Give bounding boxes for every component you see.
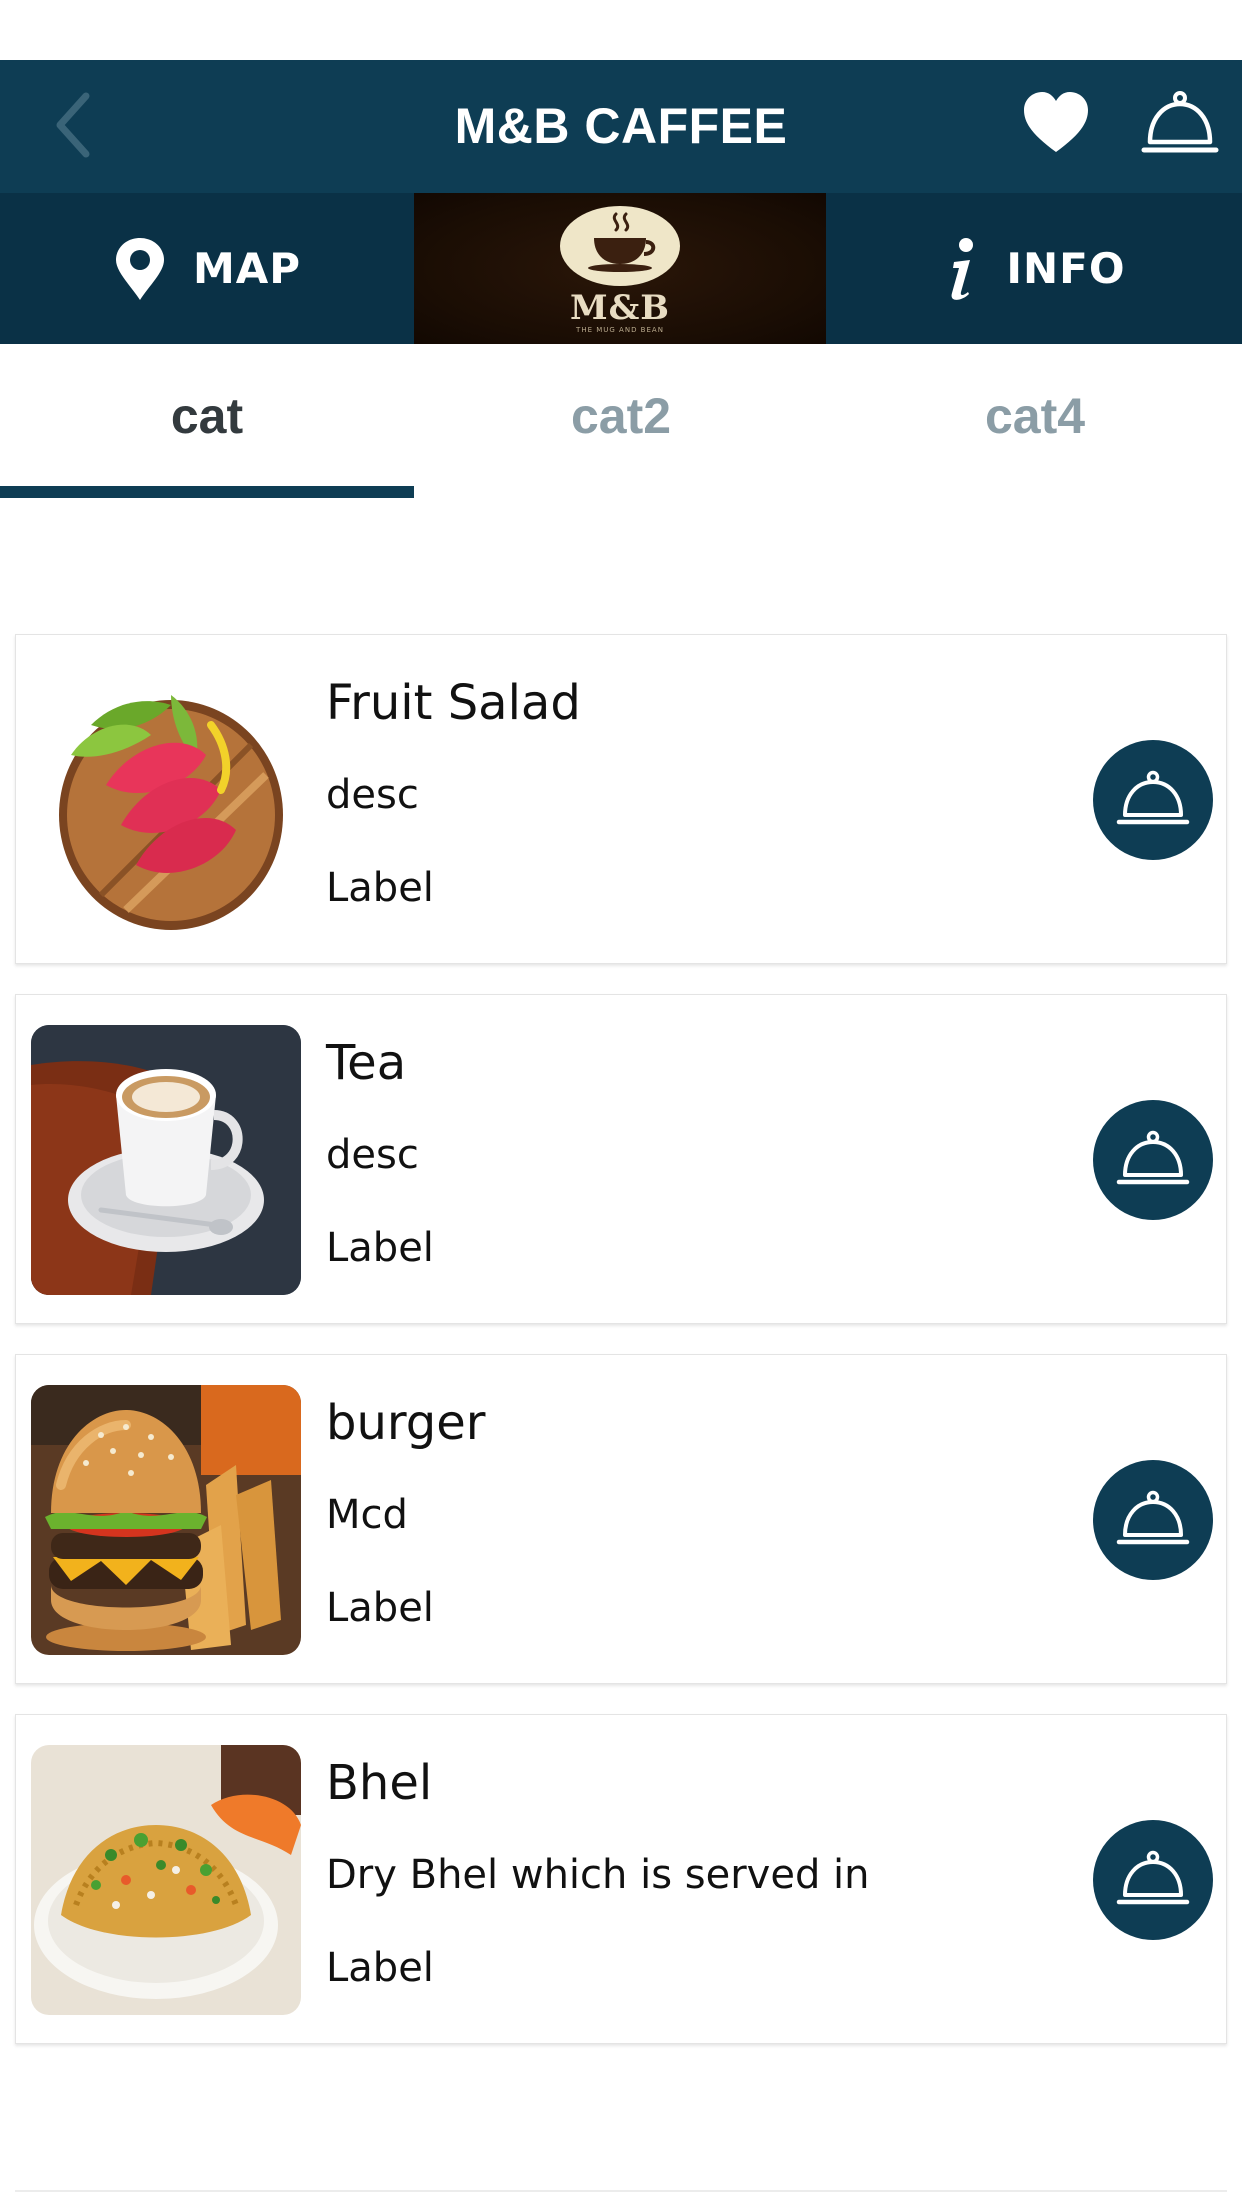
map-pin-icon xyxy=(115,237,164,300)
item-label: Label xyxy=(326,1585,434,1631)
cafe-logo: M&B THE MUG AND BEAN xyxy=(414,193,826,344)
order-button[interactable] xyxy=(1093,1460,1213,1580)
item-name: Tea xyxy=(326,1035,407,1091)
burger-fries-photo xyxy=(31,1385,301,1655)
sashimi-plate-photo xyxy=(31,665,301,935)
menu-item-card[interactable]: burger Mcd Label xyxy=(15,1354,1227,1684)
info-button[interactable]: INFO xyxy=(828,193,1242,344)
service-bell-icon xyxy=(1116,1850,1190,1905)
item-image xyxy=(31,665,301,935)
tab-cat2[interactable]: cat2 xyxy=(414,344,828,498)
menu-item-card[interactable]: Bhel Dry Bhel which is served in Label xyxy=(15,1714,1227,2044)
order-button[interactable] xyxy=(1093,1100,1213,1220)
menu-item-list: Fruit Salad desc Label Tea desc Label bu… xyxy=(15,634,1227,2074)
back-button[interactable] xyxy=(42,80,102,170)
tab-cat4[interactable]: cat4 xyxy=(828,344,1242,498)
chevron-left-icon xyxy=(56,92,90,158)
menu-item-card[interactable]: Tea desc Label xyxy=(15,994,1227,1324)
item-description: Dry Bhel which is served in xyxy=(326,1852,870,1898)
item-label: Label xyxy=(326,865,434,911)
action-bar: MAP M&B THE MUG AND BEAN INFO xyxy=(0,193,1242,344)
menu-item-card[interactable]: Fruit Salad desc Label xyxy=(15,634,1227,964)
info-icon xyxy=(951,237,974,300)
page-title: M&B CAFFEE xyxy=(454,98,788,154)
item-name: burger xyxy=(326,1395,486,1451)
active-tab-indicator xyxy=(0,486,414,498)
navigation-bar: M&B CAFFEE xyxy=(0,60,1242,193)
service-bell-icon xyxy=(1141,91,1219,153)
service-bell-icon xyxy=(1116,770,1190,825)
service-bell-icon xyxy=(1116,1490,1190,1545)
item-image xyxy=(31,1025,301,1295)
item-description: Mcd xyxy=(326,1492,408,1538)
item-image xyxy=(31,1385,301,1655)
map-label: MAP xyxy=(192,244,302,293)
status-bar-area xyxy=(0,0,1242,60)
item-label: Label xyxy=(326,1945,434,1991)
tea-cup-photo xyxy=(31,1025,301,1295)
info-label: INFO xyxy=(1006,244,1126,293)
tab-cat[interactable]: cat xyxy=(0,344,414,498)
service-bell-icon xyxy=(1116,1130,1190,1185)
item-label: Label xyxy=(326,1225,434,1271)
item-name: Fruit Salad xyxy=(326,675,581,731)
favorites-button[interactable] xyxy=(1020,88,1092,160)
logo-text: M&B xyxy=(569,287,671,328)
item-description: desc xyxy=(326,1132,419,1178)
call-waiter-button[interactable] xyxy=(1140,84,1220,164)
order-button[interactable] xyxy=(1093,1820,1213,1940)
category-tabs: cat cat2 cat4 xyxy=(0,344,1242,498)
coffee-cup-logo-icon xyxy=(560,205,680,286)
bhel-plate-photo xyxy=(31,1745,301,2015)
map-button[interactable]: MAP xyxy=(0,193,414,344)
item-description: desc xyxy=(326,772,419,818)
logo-tagline: THE MUG AND BEAN xyxy=(576,325,664,334)
order-button[interactable] xyxy=(1093,740,1213,860)
item-image xyxy=(31,1745,301,2015)
item-name: Bhel xyxy=(326,1755,433,1811)
heart-icon xyxy=(1024,92,1088,152)
next-card-edge xyxy=(15,2190,1227,2192)
